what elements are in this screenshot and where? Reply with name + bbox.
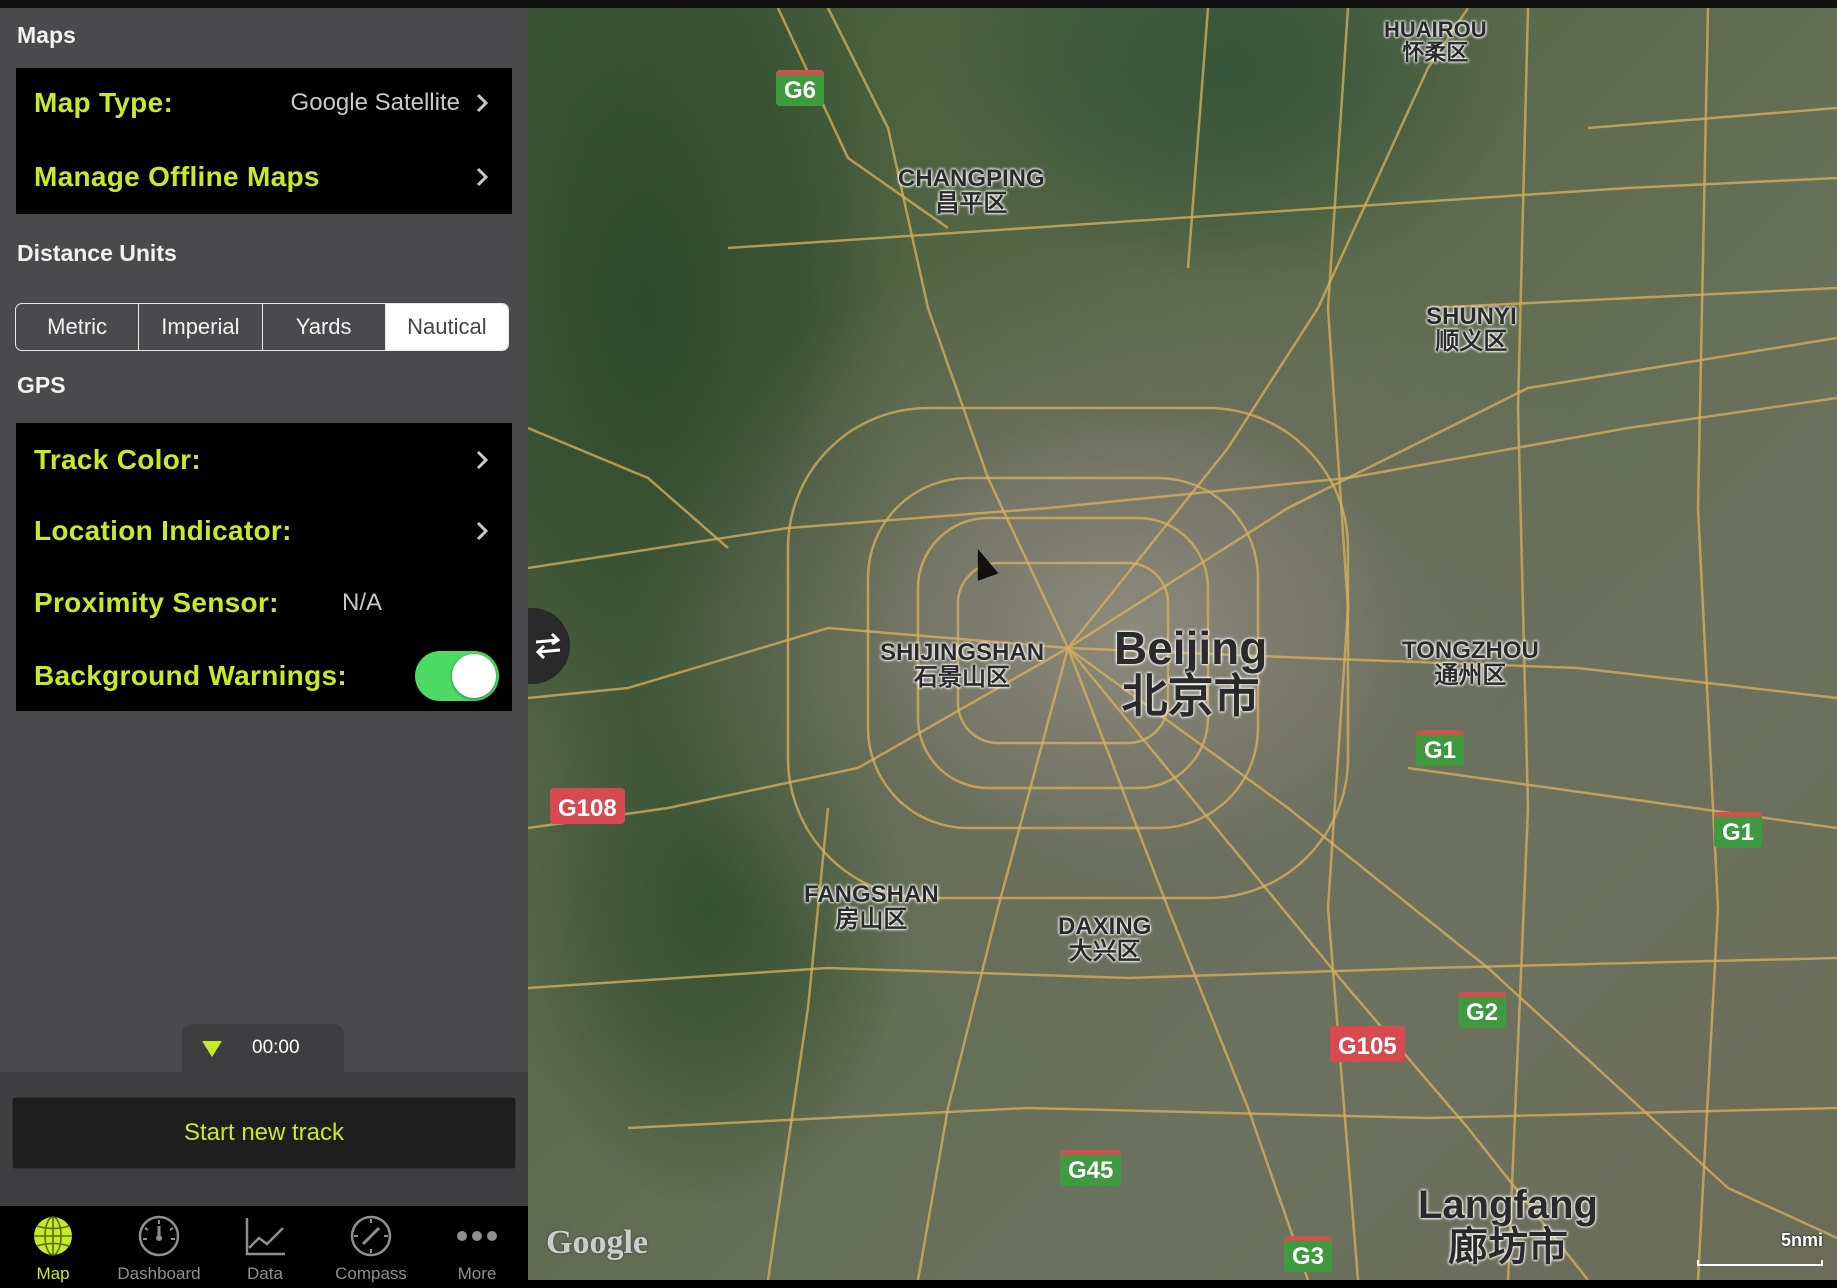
highway-shield-g105: G105: [1330, 1026, 1405, 1062]
highway-shield-g45: G45: [1060, 1150, 1122, 1186]
place-label-daxing: DAXING 大兴区: [1058, 913, 1152, 966]
gps-card: Track Color: Location Indicator: Proximi…: [16, 423, 512, 711]
settings-panel: Maps Map Type: Google Satellite Manage O…: [0, 8, 528, 1288]
tab-compass[interactable]: Compass: [318, 1206, 424, 1288]
satellite-map[interactable]: HUAIROU 怀柔区 CHANGPING 昌平区 SHUNYI 顺义区 SHIJIN…: [528, 8, 1837, 1280]
scale-label: 5nmi: [1780, 1230, 1823, 1250]
maps-section-title: Maps: [17, 22, 76, 48]
gauge-icon: [138, 1215, 180, 1257]
swap-arrows-icon: [535, 632, 561, 660]
highway-shield-g2: G2: [1458, 992, 1507, 1028]
chart-icon: [245, 1218, 285, 1256]
location-indicator-label: Location Indicator:: [34, 515, 292, 546]
tab-label: Compass: [335, 1264, 407, 1283]
unit-nautical-option[interactable]: Nautical: [385, 304, 508, 350]
tab-label: Dashboard: [117, 1264, 201, 1283]
gps-section-title: GPS: [17, 372, 66, 398]
track-timer-tab[interactable]: 00:00: [182, 1024, 344, 1074]
place-label-beijing: Beijing 北京市: [1114, 622, 1268, 723]
track-color-label: Track Color:: [34, 444, 201, 475]
map-type-label: Map Type:: [34, 87, 174, 118]
background-warnings-label: Background Warnings:: [34, 660, 347, 691]
proximity-sensor-value: N/A: [342, 589, 383, 616]
track-color-row[interactable]: Track Color:: [16, 425, 512, 495]
unit-yards-option[interactable]: Yards: [263, 304, 386, 350]
toggle-knob: [452, 654, 496, 698]
place-label-tongzhou: TONGZHOU 通州区: [1402, 637, 1539, 690]
map-type-row[interactable]: Map Type: Google Satellite: [16, 68, 512, 138]
proximity-sensor-label: Proximity Sensor:: [34, 587, 279, 618]
tab-bar: Map Dashboard Data Compass More: [0, 1206, 528, 1288]
place-label-fangshan: FANGSHAN 房山区: [804, 881, 939, 934]
unit-imperial-option[interactable]: Imperial: [139, 304, 263, 350]
distance-units-segmented-control: Metric Imperial Yards Nautical: [15, 303, 509, 351]
manage-offline-maps-row[interactable]: Manage Offline Maps: [16, 142, 512, 212]
tab-label: More: [457, 1264, 497, 1283]
map-scale: 5nmi: [1697, 1230, 1827, 1270]
tab-label: Map: [36, 1264, 70, 1283]
distance-units-section-title: Distance Units: [17, 240, 177, 266]
highway-shield-g6: G6: [776, 70, 825, 106]
start-new-track-button[interactable]: Start new track: [12, 1097, 516, 1169]
chevron-right-icon: [476, 450, 489, 470]
place-label-shunyi: SHUNYI 顺义区: [1426, 303, 1517, 356]
google-attribution: Google: [546, 1224, 648, 1261]
highway-shield-g108: G108: [550, 788, 625, 824]
location-indicator-row[interactable]: Location Indicator:: [16, 496, 512, 566]
tab-dashboard[interactable]: Dashboard: [106, 1206, 212, 1288]
tab-more[interactable]: More: [424, 1206, 530, 1288]
map-type-value: Google Satellite: [290, 89, 460, 116]
scale-bar: [1697, 1260, 1823, 1266]
chevron-right-icon: [476, 93, 489, 113]
unit-metric-option[interactable]: Metric: [16, 304, 140, 350]
compass-icon: [350, 1215, 392, 1257]
chevron-right-icon: [476, 521, 489, 541]
place-label-shijingshan: SHIJINGSHAN 石景山区: [880, 639, 1045, 692]
highway-shield-g3: G3: [1284, 1236, 1333, 1272]
background-warnings-row: Background Warnings:: [16, 641, 512, 711]
more-dots-icon: [457, 1231, 497, 1241]
place-label-huairou: HUAIROU 怀柔区: [1384, 17, 1487, 66]
proximity-sensor-row: Proximity Sensor: N/A: [16, 568, 512, 638]
place-label-changping: CHANGPING 昌平区: [898, 165, 1045, 218]
highway-shield-g1: G1: [1416, 730, 1465, 766]
highway-shield-g1-east: G1: [1714, 812, 1763, 848]
tab-label: Data: [247, 1264, 283, 1283]
tab-map[interactable]: Map: [0, 1206, 106, 1288]
manage-offline-maps-label: Manage Offline Maps: [34, 161, 320, 192]
tab-data[interactable]: Data: [212, 1206, 318, 1288]
status-bar: [0, 0, 1837, 8]
maps-card: Map Type: Google Satellite Manage Offlin…: [16, 68, 512, 214]
globe-icon: [34, 1216, 72, 1256]
place-label-langfang: Langfang 廊坊市: [1418, 1183, 1598, 1269]
track-timer: 00:00: [252, 1037, 300, 1058]
background-warnings-toggle[interactable]: [415, 651, 499, 701]
triangle-down-icon: [202, 1041, 222, 1057]
chevron-right-icon: [476, 167, 489, 187]
